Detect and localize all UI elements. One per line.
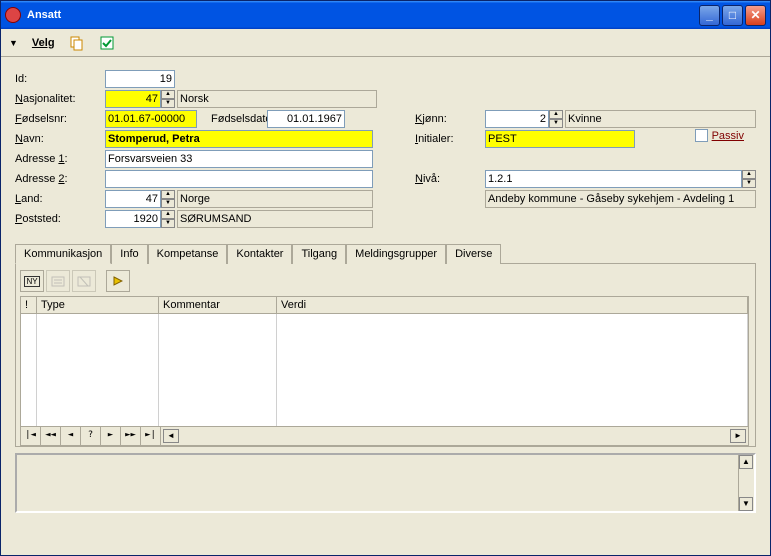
passiv-checkbox-wrap[interactable]: Passiv [695,129,744,142]
nav-fastforward[interactable]: ►► [121,427,141,445]
label-land: Land: [15,193,105,205]
label-poststed: Poststed: [15,213,105,225]
initialer-field[interactable]: PEST [485,130,635,148]
passiv-label[interactable]: Passiv [712,130,744,142]
app-icon [5,7,21,23]
post-code-field[interactable]: 1920 [105,210,161,228]
kjonn-code-field[interactable]: 2 [485,110,549,128]
tab-diverse[interactable]: Diverse [446,244,501,264]
grid-col-type[interactable]: Type [37,297,159,313]
tab-tilgang[interactable]: Tilgang [292,244,346,264]
grid-hscroll[interactable]: ◄ ► [161,427,748,445]
nav-first[interactable]: |◄ [21,427,41,445]
maximize-button[interactable]: □ [722,5,743,26]
label-adresse1: Adresse 1: [15,153,105,165]
land-spinner[interactable]: ▲▼ [161,190,175,208]
land-code-field[interactable]: 47 [105,190,161,208]
label-fodselsdato: Fødselsdato: [197,113,267,125]
delete-button[interactable] [72,270,96,292]
grid-col-verdi[interactable]: Verdi [277,297,748,313]
nav-forward[interactable]: ► [101,427,121,445]
post-text: SØRUMSAND [177,210,373,228]
adresse2-field[interactable] [105,170,373,188]
content-area: Passiv Id: 19 Nasjonalitet: 47▲▼ Norsk F… [1,57,770,555]
titlebar[interactable]: Ansatt _ □ ✕ [1,1,770,29]
grid-col-bang[interactable]: ! [21,297,37,313]
nasjonalitet-spinner[interactable]: ▲▼ [161,90,175,108]
grid-col-kommentar[interactable]: Kommentar [159,297,277,313]
minimize-button[interactable]: _ [699,5,720,26]
label-kjonn: Kjønn: [415,113,485,125]
nasjonalitet-text: Norsk [177,90,377,108]
close-button[interactable]: ✕ [745,5,766,26]
tab-info[interactable]: Info [111,244,147,264]
land-text: Norge [177,190,373,208]
label-id: Id: [15,73,105,85]
grid-body[interactable] [21,314,748,426]
label-niva: Nivå: [415,173,485,185]
tab-body: NY ! Type Kommentar Verdi [15,264,756,447]
window-title: Ansatt [27,9,699,21]
expand-icon[interactable]: ▼ [9,38,18,48]
comm-grid[interactable]: ! Type Kommentar Verdi [20,296,749,427]
nav-back[interactable]: ◄ [61,427,81,445]
tab-strip: Kommunikasjon Info Kompetanse Kontakter … [15,243,756,264]
detail-panel: ▲ ▼ [15,453,756,513]
fodselsdato-field[interactable]: 01.01.1967 [267,110,345,128]
detail-vscroll[interactable]: ▲ ▼ [738,455,754,511]
tab-kommunikasjon[interactable]: Kommunikasjon [15,244,111,264]
label-initialer: Initialer: [415,133,485,145]
post-spinner[interactable]: ▲▼ [161,210,175,228]
nasjonalitet-code-field[interactable]: 47 [105,90,161,108]
menu-velg[interactable]: Velg [32,37,55,49]
adresse1-field[interactable]: Forsvarsveien 33 [105,150,373,168]
nav-fastback[interactable]: ◄◄ [41,427,61,445]
label-fodselsnr: Fødselsnr: [15,113,105,125]
edit-button[interactable] [46,270,70,292]
label-adresse2: Adresse 2: [15,173,105,185]
save-icon[interactable] [99,35,115,51]
employee-window: Ansatt _ □ ✕ ▼ Velg Passiv Id: 19 [0,0,771,556]
label-nasjonalitet: Nasjonalitet: [15,93,105,105]
scroll-left-icon[interactable]: ◄ [163,429,179,443]
kjonn-spinner[interactable]: ▲▼ [549,110,563,128]
navn-field[interactable]: Stomperud, Petra [105,130,373,148]
grid-navigator: |◄ ◄◄ ◄ ? ► ►► ►| ◄ ► [20,427,749,446]
tab-kontakter[interactable]: Kontakter [227,244,292,264]
kjonn-text: Kvinne [565,110,756,128]
niva-field[interactable]: 1.2.1 [485,170,742,188]
passiv-checkbox[interactable] [695,129,708,142]
tab-kompetanse[interactable]: Kompetanse [148,244,228,264]
id-field[interactable]: 19 [105,70,175,88]
copy-icon[interactable] [69,35,85,51]
nav-query[interactable]: ? [81,427,101,445]
scroll-up-icon[interactable]: ▲ [739,455,753,469]
tab-meldingsgrupper[interactable]: Meldingsgrupper [346,244,446,264]
niva-path: Andeby kommune - Gåseby sykehjem - Avdel… [485,190,756,208]
label-navn: Navn: [15,133,105,145]
nav-last[interactable]: ►| [141,427,161,445]
new-button[interactable]: NY [20,270,44,292]
niva-spinner[interactable]: ▲▼ [742,170,756,188]
scroll-down-icon[interactable]: ▼ [739,497,753,511]
fodselsnr-field[interactable]: 01.01.67-00000 [105,110,197,128]
scroll-right-icon[interactable]: ► [730,429,746,443]
play-button[interactable] [106,270,130,292]
menu-toolbar: ▼ Velg [1,29,770,57]
